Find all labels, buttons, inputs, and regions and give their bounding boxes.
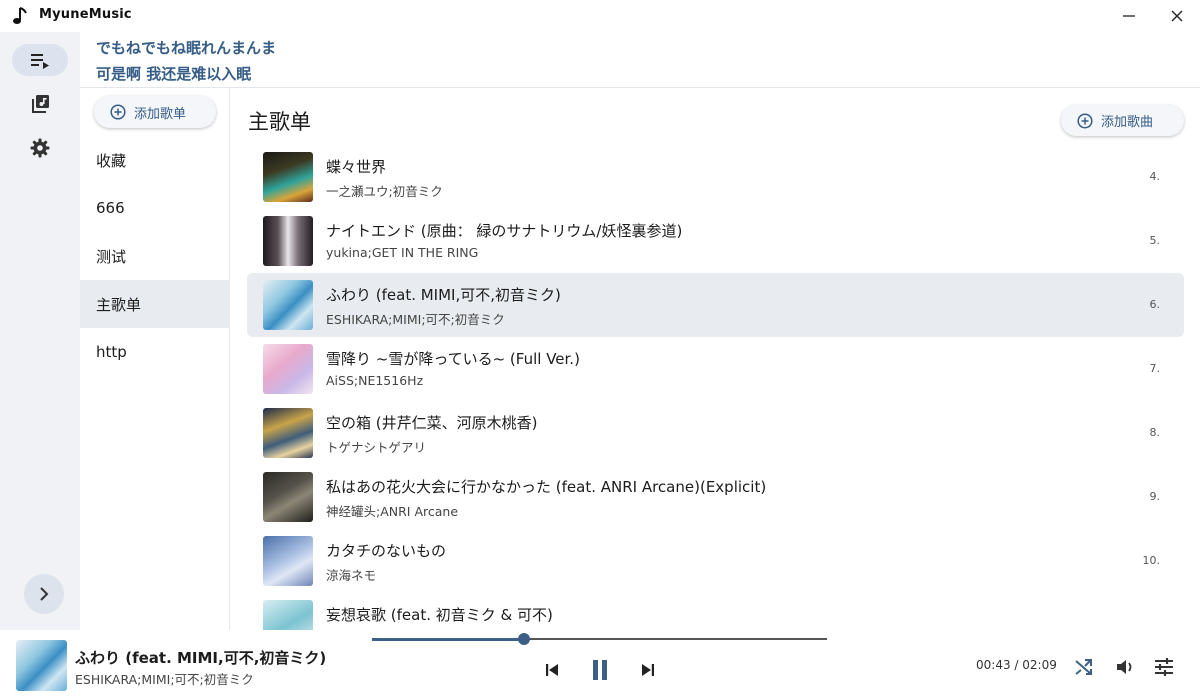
navigation-rail <box>0 32 80 630</box>
add-circle-icon <box>110 104 126 120</box>
lyrics-panel: でもねでもね眠れんまんま 可是啊 我还是难以入眠 <box>80 32 1200 88</box>
song-index: 8. <box>1149 426 1161 439</box>
next-button[interactable] <box>634 656 662 684</box>
expand-rail-button[interactable] <box>24 574 64 614</box>
song-title: カタチのないもの <box>326 542 447 560</box>
song-index: 9. <box>1149 490 1161 503</box>
volume-button[interactable] <box>1113 655 1137 679</box>
minimize-button[interactable] <box>1106 0 1152 32</box>
close-button[interactable] <box>1154 0 1200 32</box>
song-title: ふわり (feat. MIMI,可不,初音ミク) <box>326 286 561 304</box>
lyric-line-original: でもねでもね眠れんまんま <box>96 39 277 57</box>
song-row[interactable]: 雪降り ~雪が降っている~ (Full Ver.) AiSS;NE1516Hz … <box>247 337 1184 401</box>
volume-icon <box>1117 660 1132 674</box>
title-bar: MyuneMusic <box>0 0 1200 32</box>
close-icon <box>1171 10 1183 22</box>
playback-time: 00:43 / 02:09 <box>976 658 1057 672</box>
add-playlist-label: 添加歌单 <box>134 106 187 122</box>
song-artist: 神经罐头;ANRI Arcane <box>326 504 459 519</box>
playlist-item-label: 收藏 <box>96 151 127 170</box>
playlist-item-label: 主歌单 <box>96 295 142 314</box>
song-row[interactable]: 妄想哀歌 (feat. 初音ミク & 可不) <box>247 593 1184 630</box>
song-title: 空の箱 (井芹仁菜、河原木桃香) <box>326 414 538 432</box>
music-note-icon <box>13 7 27 24</box>
app-title: MyuneMusic <box>39 7 132 22</box>
song-title: 私はあの花火大会に行かなかった (feat. ANRI Arcane)(Expl… <box>326 478 767 496</box>
song-index: 6. <box>1149 298 1161 311</box>
song-index: 5. <box>1149 234 1161 247</box>
chevron-right-icon <box>40 587 49 601</box>
song-title: 蝶々世界 <box>326 158 387 176</box>
playlist-item-label: 666 <box>96 199 125 217</box>
progress-slider[interactable] <box>372 633 827 645</box>
add-circle-icon <box>1077 112 1093 129</box>
playlist-item-favorites[interactable]: 收藏 <box>80 136 230 184</box>
add-song-button[interactable]: 添加歌曲 <box>1061 105 1184 136</box>
add-song-label: 添加歌曲 <box>1101 115 1154 130</box>
album-cover <box>263 408 313 458</box>
equalizer-icon <box>1155 658 1173 676</box>
album-cover <box>263 472 313 522</box>
song-row[interactable]: ナイトエンド (原曲： 緑のサナトリウム/妖怪裏参道) yukina;GET I… <box>247 209 1184 273</box>
song-row[interactable]: 蝶々世界 一之瀬ユウ;初音ミク 4. <box>247 145 1184 209</box>
settings-gear-icon <box>30 138 50 158</box>
library-music-icon <box>32 95 49 113</box>
album-cover <box>263 280 313 330</box>
album-cover <box>263 216 313 266</box>
previous-icon <box>546 664 558 676</box>
playlist-item-label: 测试 <box>96 247 127 266</box>
minimize-icon <box>1123 15 1135 17</box>
now-playing-artist: ESHIKARA;MIMI;可不;初音ミク <box>75 672 254 687</box>
playlist-content: 主歌单 添加歌曲 蝶々世界 一之瀬ユウ;初音ミク 4. ナイトエンド (原曲： … <box>231 88 1200 630</box>
playlist-item-label: http <box>96 343 127 361</box>
previous-button[interactable] <box>538 656 566 684</box>
pause-icon <box>593 660 607 680</box>
song-artist: 涼海ネモ <box>326 568 377 583</box>
song-artist: トゲナシトゲアリ <box>326 440 427 455</box>
lyric-line-translation: 可是啊 我还是难以入眠 <box>96 65 252 83</box>
progress-fill <box>372 637 524 641</box>
queue-play-icon <box>31 54 49 69</box>
song-index: 10. <box>1142 554 1161 567</box>
song-title: 雪降り ~雪が降っている~ (Full Ver.) <box>326 350 580 368</box>
player-bar: ふわり (feat. MIMI,可不,初音ミク) ESHIKARA;MIMI;可… <box>0 630 1200 700</box>
pause-button[interactable] <box>586 656 614 684</box>
now-playing-title: ふわり (feat. MIMI,可不,初音ミク) <box>75 649 327 667</box>
next-icon <box>642 664 654 676</box>
album-cover <box>263 344 313 394</box>
progress-thumb[interactable] <box>517 633 530 645</box>
song-index: 7. <box>1149 362 1161 375</box>
playlist-item-main[interactable]: 主歌单 <box>80 280 230 328</box>
song-artist: yukina;GET IN THE RING <box>326 245 479 260</box>
rail-item-now-playing[interactable] <box>12 44 68 76</box>
song-row[interactable]: カタチのないもの 涼海ネモ 10. <box>247 529 1184 593</box>
playlist-sidebar: 添加歌单 收藏 666 测试 主歌单 http <box>80 88 230 630</box>
rail-item-settings[interactable] <box>12 132 68 164</box>
song-index: 4. <box>1149 170 1161 183</box>
playlist-item-http[interactable]: http <box>80 328 230 376</box>
album-cover <box>263 536 313 586</box>
album-cover <box>263 600 313 630</box>
shuffle-button[interactable] <box>1072 655 1096 679</box>
now-playing-cover <box>16 640 67 691</box>
shuffle-icon <box>1075 659 1092 675</box>
song-title: 妄想哀歌 (feat. 初音ミク & 可不) <box>326 606 553 624</box>
song-title: ナイトエンド (原曲： 緑のサナトリウム/妖怪裏参道) <box>326 222 683 240</box>
rail-item-library[interactable] <box>12 88 68 120</box>
song-artist: ESHIKARA;MIMI;可不;初音ミク <box>326 312 505 327</box>
song-row[interactable]: 私はあの花火大会に行かなかった (feat. ANRI Arcane)(Expl… <box>247 465 1184 529</box>
song-row[interactable]: 空の箱 (井芹仁菜、河原木桃香) トゲナシトゲアリ 8. <box>247 401 1184 465</box>
page-title: 主歌单 <box>248 110 311 134</box>
add-playlist-button[interactable]: 添加歌单 <box>94 96 216 128</box>
song-artist: AiSS;NE1516Hz <box>326 373 424 388</box>
song-row-playing[interactable]: ふわり (feat. MIMI,可不,初音ミク) ESHIKARA;MIMI;可… <box>247 273 1184 337</box>
album-cover <box>263 152 313 202</box>
playlist-item-666[interactable]: 666 <box>80 184 230 232</box>
song-artist: 一之瀬ユウ;初音ミク <box>326 184 443 199</box>
playlist-item-test[interactable]: 测试 <box>80 232 230 280</box>
equalizer-button[interactable] <box>1152 655 1176 679</box>
